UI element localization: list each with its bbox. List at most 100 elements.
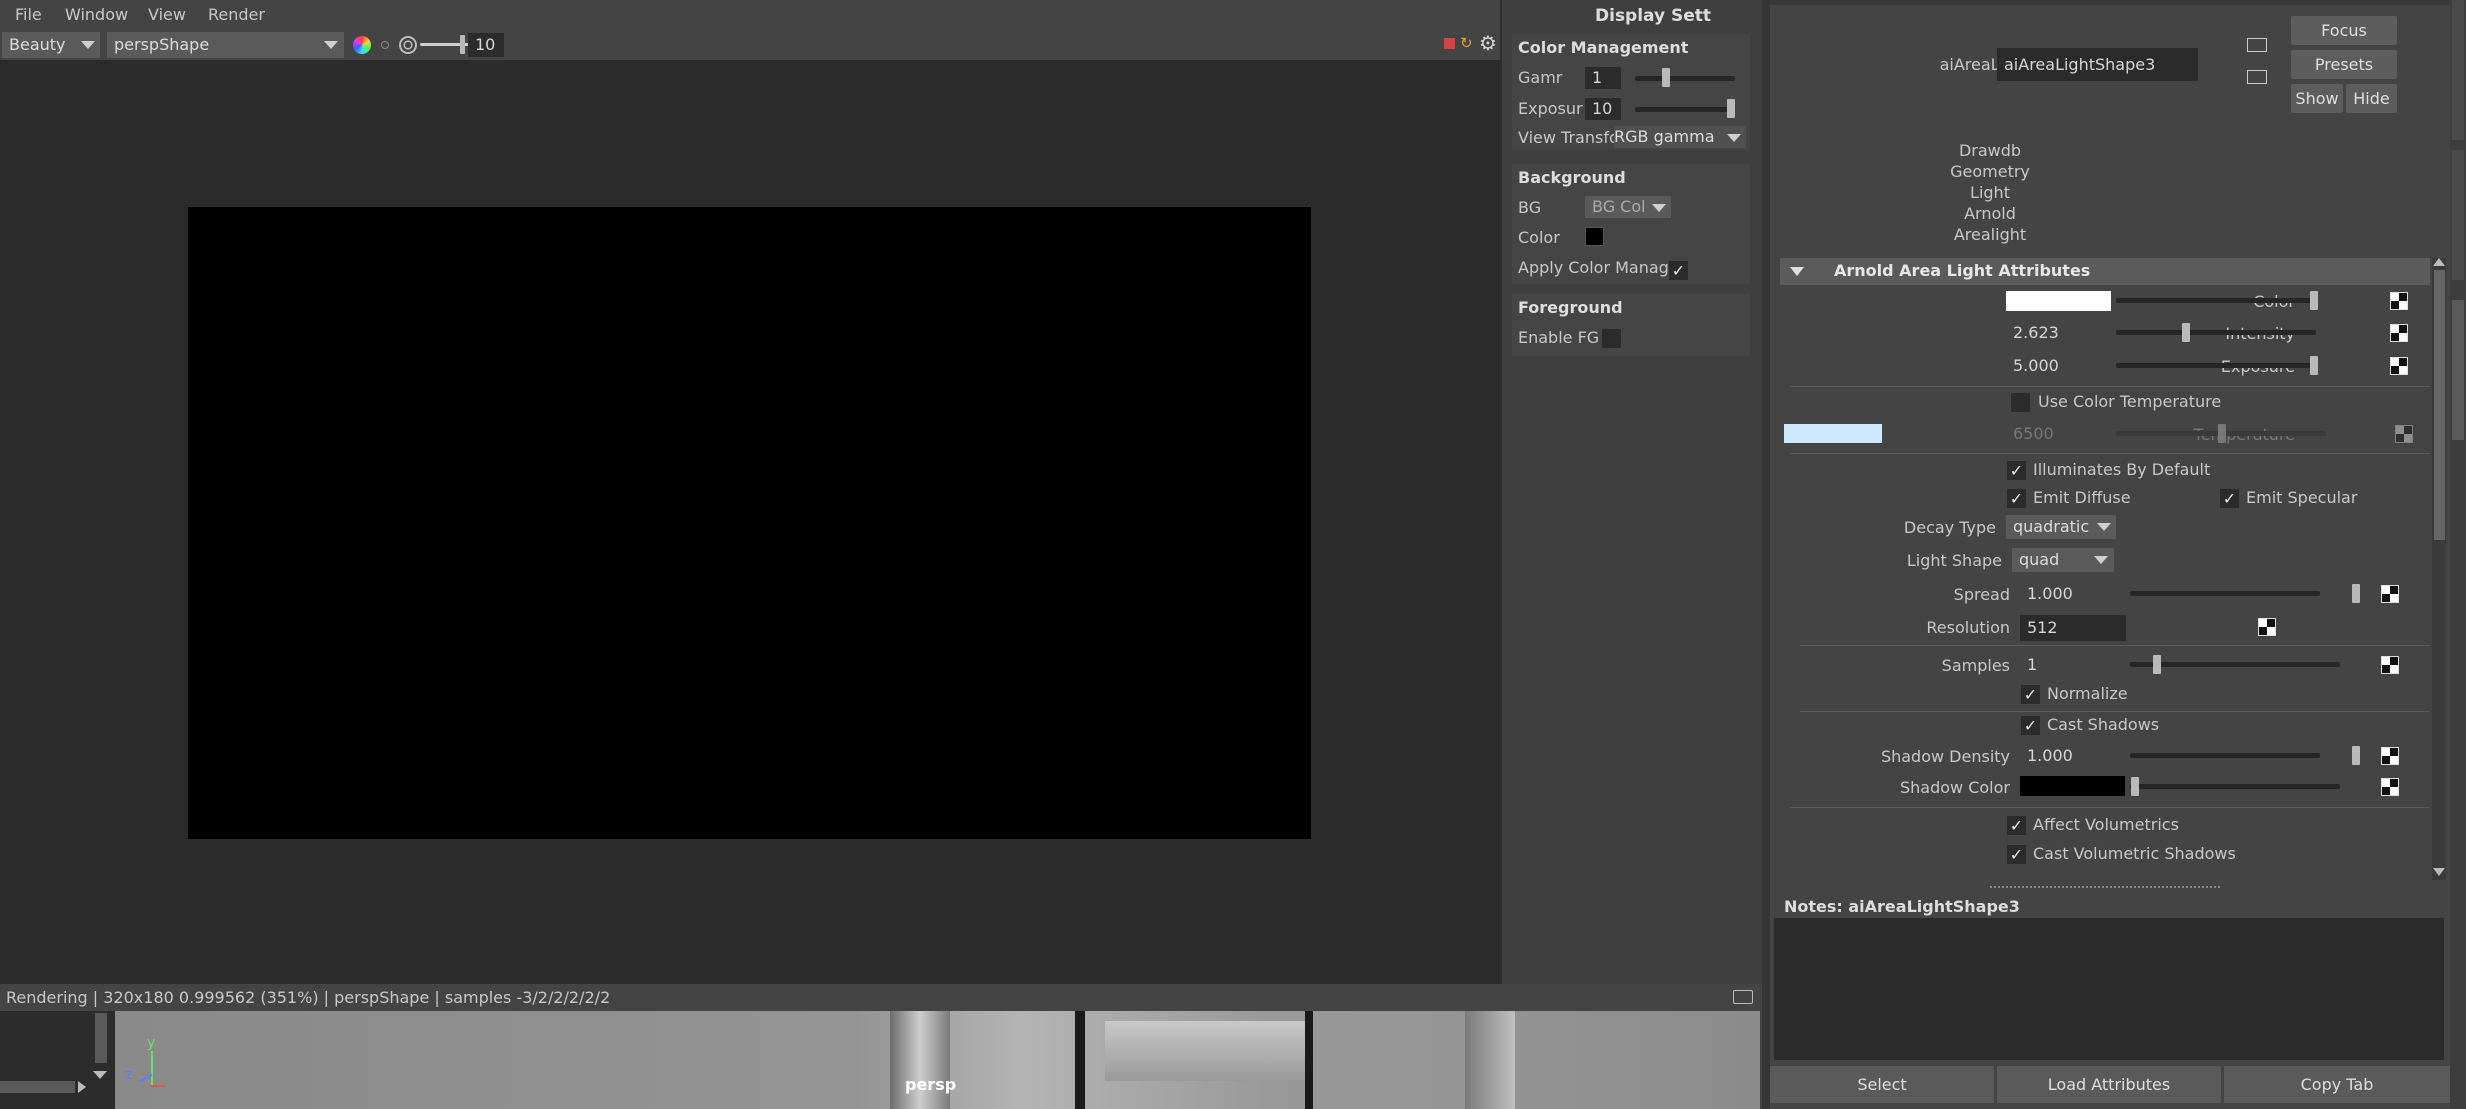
intensity-field[interactable]: 2.623 [2006, 321, 2111, 345]
normalize-label: Normalize [2047, 684, 2128, 703]
samples-field[interactable]: 1 [2020, 653, 2125, 677]
display-exposure-slider-track[interactable] [1635, 107, 1735, 112]
menu-view[interactable]: View [148, 5, 186, 24]
attr-scroll-up-icon[interactable] [2433, 258, 2445, 266]
spread-map-icon[interactable] [2381, 585, 2399, 603]
resolution-field[interactable]: 512 [2020, 615, 2126, 641]
normalize-checkbox[interactable]: ✓ [2021, 685, 2040, 704]
cast-shadows-checkbox[interactable]: ✓ [2021, 716, 2040, 735]
affect-volumetrics-checkbox[interactable]: ✓ [2007, 816, 2026, 835]
temperature-swatch[interactable] [1784, 424, 1882, 443]
menu-file[interactable]: File [15, 5, 42, 24]
refresh-icon[interactable]: ↻ [1460, 35, 1476, 51]
shadow-density-slider-thumb[interactable] [2352, 746, 2360, 765]
attr-exposure-slider-track[interactable] [2116, 363, 2316, 368]
shadow-density-map-icon[interactable] [2381, 747, 2399, 765]
aov-dropdown-icon[interactable] [81, 41, 95, 49]
panel-divider[interactable] [1762, 0, 1770, 1109]
stop-render-icon[interactable] [1444, 38, 1455, 49]
side-tab-strip[interactable] [2450, 0, 2466, 1109]
gamma-slider-thumb[interactable] [1662, 68, 1670, 87]
attr-exposure-slider-thumb[interactable] [2310, 356, 2318, 375]
exposure-slider-thumb[interactable] [460, 35, 465, 54]
outliner-scroll-right-icon[interactable] [78, 1081, 86, 1093]
focus-button[interactable]: Focus [2291, 16, 2397, 45]
apply-color-management-checkbox[interactable]: ✓ [1669, 261, 1688, 280]
attr-scrollbar-thumb[interactable] [2434, 270, 2445, 540]
show-node-icon[interactable] [2247, 70, 2267, 84]
spread-slider-track[interactable] [2130, 591, 2320, 596]
resolution-map-icon[interactable] [2258, 618, 2276, 636]
notes-textarea[interactable] [1774, 918, 2444, 1060]
outliner-scroll-down-icon[interactable] [93, 1071, 107, 1079]
presets-button[interactable]: Presets [2291, 50, 2397, 79]
notes-resize-handle[interactable] [1990, 886, 2220, 888]
camera-select[interactable]: perspShape [107, 32, 344, 58]
select-button[interactable]: Select [1770, 1066, 1994, 1103]
hide-button[interactable]: Hide [2346, 84, 2397, 113]
settings-gear-icon[interactable]: ⚙ [1479, 33, 1499, 53]
spread-slider-thumb[interactable] [2352, 584, 2360, 603]
gamma-slider-track[interactable] [1635, 76, 1735, 81]
viewport-geometry-1 [890, 1011, 950, 1109]
color-map-icon[interactable] [2390, 292, 2408, 310]
menu-render[interactable]: Render [208, 5, 265, 24]
samples-map-icon[interactable] [2381, 656, 2399, 674]
color-slider-thumb[interactable] [2310, 291, 2318, 310]
color-wheel-icon[interactable] [353, 36, 371, 54]
samples-slider-track[interactable] [2130, 662, 2340, 667]
temperature-map-icon[interactable] [2395, 425, 2413, 443]
emit-specular-checkbox[interactable]: ✓ [2220, 489, 2239, 508]
shadow-color-slider-track[interactable] [2130, 784, 2340, 789]
menu-window[interactable]: Window [65, 5, 128, 24]
shadow-color-swatch[interactable] [2020, 776, 2125, 796]
light-shape-dropdown-icon[interactable] [2094, 556, 2108, 564]
dot-icon[interactable] [381, 41, 389, 49]
exposure-icon[interactable] [399, 36, 417, 54]
temperature-field[interactable]: 6500 [2006, 422, 2111, 446]
copy-tab-button[interactable]: Copy Tab [2224, 1066, 2450, 1103]
intensity-slider-thumb[interactable] [2182, 323, 2190, 342]
show-button[interactable]: Show [2291, 84, 2343, 113]
attr-scroll-down-icon[interactable] [2433, 868, 2445, 876]
arnold-area-light-section-header[interactable]: Arnold Area Light Attributes [1780, 258, 2430, 285]
shadow-density-slider-track[interactable] [2130, 753, 2320, 758]
shadow-density-field[interactable]: 1.000 [2020, 744, 2125, 768]
shadow-color-slider-thumb[interactable] [2131, 777, 2139, 796]
outliner-scrollbar[interactable] [95, 1013, 107, 1063]
view-transform-dropdown-icon[interactable] [1727, 134, 1741, 142]
decay-type-dropdown-icon[interactable] [2097, 523, 2111, 531]
emit-diffuse-checkbox[interactable]: ✓ [2007, 489, 2026, 508]
persp-viewport[interactable]: persp y z [115, 1011, 1760, 1109]
node-name-field[interactable]: aiAreaLightShape3 [1997, 48, 2198, 81]
exposure-map-icon[interactable] [2390, 357, 2408, 375]
load-attributes-button[interactable]: Load Attributes [1997, 1066, 2221, 1103]
light-color-swatch[interactable] [2006, 291, 2111, 311]
camera-dropdown-icon[interactable] [324, 41, 338, 49]
bg-color-swatch[interactable] [1585, 227, 1604, 246]
use-color-temperature-checkbox[interactable] [2011, 393, 2030, 412]
display-exposure-field[interactable]: 10 [1585, 98, 1621, 120]
side-tab-2[interactable] [2452, 150, 2464, 280]
spread-field[interactable]: 1.000 [2020, 582, 2125, 606]
illuminates-by-default-checkbox[interactable]: ✓ [2007, 461, 2026, 480]
select-node-icon[interactable] [2247, 38, 2267, 52]
collapse-arrow-icon[interactable] [1790, 267, 1804, 276]
gamma-field[interactable]: 1 [1585, 67, 1621, 89]
intensity-slider-track[interactable] [2116, 330, 2316, 335]
color-slider-track[interactable] [2116, 298, 2311, 303]
side-tab-3[interactable] [2452, 300, 2464, 440]
shadow-color-map-icon[interactable] [2381, 778, 2399, 796]
exposure-field[interactable]: 10 [468, 33, 504, 57]
cast-volumetric-shadows-checkbox[interactable]: ✓ [2007, 845, 2026, 864]
snapshot-icon[interactable] [1733, 990, 1753, 1004]
outliner-hscrollbar[interactable] [0, 1081, 75, 1093]
enable-fg-checkbox[interactable] [1602, 329, 1621, 348]
side-tab-1[interactable] [2452, 0, 2464, 140]
display-exposure-slider-thumb[interactable] [1727, 99, 1735, 118]
bg-dropdown-icon[interactable] [1652, 204, 1666, 212]
intensity-map-icon[interactable] [2390, 324, 2408, 342]
temperature-slider-thumb[interactable] [2218, 424, 2226, 443]
attr-exposure-field[interactable]: 5.000 [2006, 354, 2111, 378]
samples-slider-thumb[interactable] [2153, 655, 2161, 674]
